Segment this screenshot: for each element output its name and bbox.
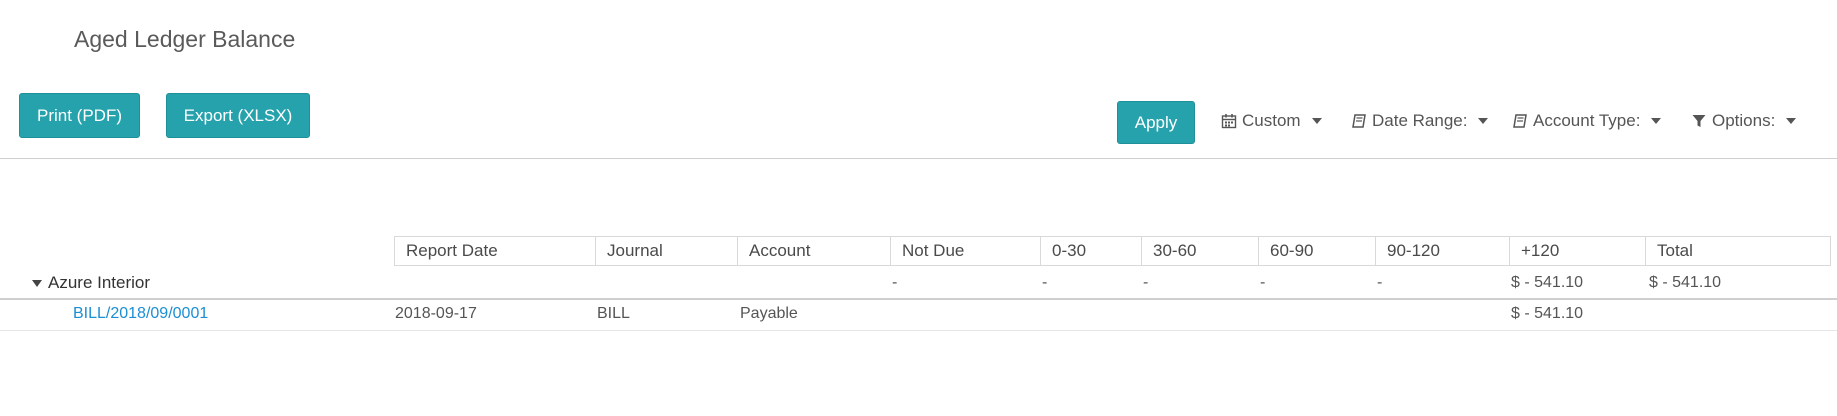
line-account: Payable: [740, 305, 798, 322]
partner-30-60: -: [1143, 274, 1149, 291]
chevron-down-icon: [1786, 118, 1797, 124]
filter-icon: [1692, 115, 1706, 127]
line-report-date: 2018-09-17: [395, 305, 477, 322]
options-filter-dropdown[interactable]: Options:: [1691, 111, 1797, 131]
page-title: Aged Ledger Balance: [74, 26, 296, 52]
partner-toggle[interactable]: Azure Interior: [32, 273, 150, 293]
column-header-0-30: 0-30: [1041, 236, 1142, 266]
column-header-journal: Journal: [596, 236, 738, 266]
move-reference-link[interactable]: BILL/2018/09/0001: [73, 305, 208, 323]
calendar-icon: [1221, 114, 1237, 129]
column-header-30-60: 30-60: [1142, 236, 1259, 266]
chevron-down-icon: [1311, 118, 1322, 124]
column-header-report-date: Report Date: [394, 236, 596, 266]
account-type-filter-label: Account Type:: [1533, 111, 1641, 130]
book-icon: [1513, 114, 1527, 128]
date-range-filter-label: Date Range:: [1372, 111, 1468, 130]
chevron-down-icon: [1651, 118, 1662, 124]
partner-name: Azure Interior: [48, 273, 151, 292]
partner-0-30: -: [1042, 274, 1048, 291]
date-range-filter-dropdown[interactable]: Date Range:: [1351, 111, 1489, 131]
partner-total: $ - 541.10: [1649, 274, 1722, 291]
chevron-down-icon: [1478, 118, 1489, 124]
book-icon: [1352, 114, 1366, 128]
column-header-account: Account: [738, 236, 891, 266]
options-filter-label: Options:: [1712, 111, 1776, 130]
caret-down-icon: [32, 279, 42, 287]
line-journal: BILL: [597, 305, 630, 322]
toolbar-divider: [0, 158, 1837, 159]
column-header-total: Total: [1646, 236, 1831, 266]
custom-filter-label: Custom: [1242, 111, 1301, 130]
custom-filter-dropdown[interactable]: Custom: [1221, 111, 1322, 131]
column-header-not-due: Not Due: [891, 236, 1041, 266]
partner-120-plus: $ - 541.10: [1511, 274, 1584, 291]
partner-90-120: -: [1377, 274, 1383, 291]
print-pdf-button[interactable]: Print (PDF): [19, 93, 140, 138]
export-xlsx-button[interactable]: Export (XLSX): [166, 93, 310, 138]
column-header-120-plus: +120: [1510, 236, 1646, 266]
line-120-plus: $ - 541.10: [1511, 305, 1584, 322]
apply-button[interactable]: Apply: [1117, 101, 1195, 144]
column-header-60-90: 60-90: [1259, 236, 1376, 266]
partner-60-90: -: [1260, 274, 1266, 291]
column-header-90-120: 90-120: [1376, 236, 1510, 266]
partner-not-due: -: [892, 274, 898, 291]
account-type-filter-dropdown[interactable]: Account Type:: [1512, 111, 1662, 131]
